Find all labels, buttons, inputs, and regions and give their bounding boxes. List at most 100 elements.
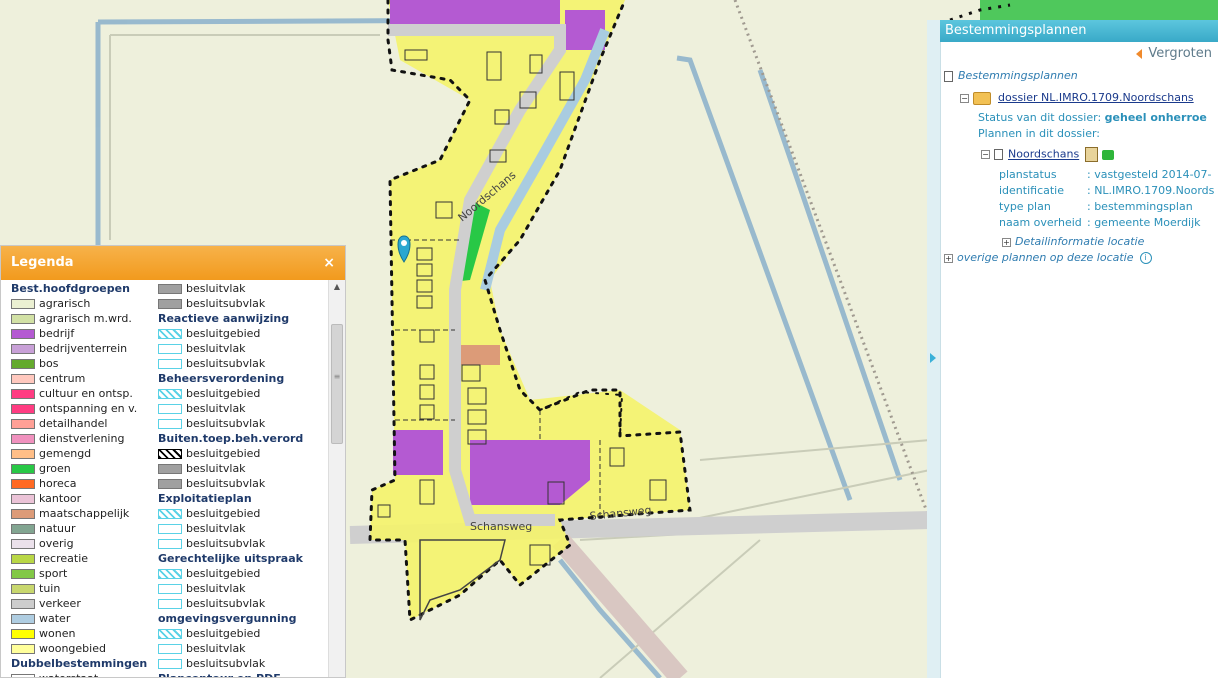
legend-item: recreatie <box>11 551 147 566</box>
legend-item: bedrijf <box>11 326 147 341</box>
legend-section-heading: Exploitatieplan <box>158 491 303 506</box>
legend-item: besluitvlak <box>158 521 303 536</box>
legend-item-label: besluitgebied <box>186 447 261 460</box>
book-icon[interactable] <box>1085 147 1099 162</box>
legend-item: besluitsubvlak <box>158 596 303 611</box>
legend-item-label: besluitvlak <box>186 462 246 475</box>
folder-icon <box>973 91 991 105</box>
enlarge-button[interactable]: Vergroten <box>1136 46 1212 61</box>
legend-swatch <box>158 508 182 519</box>
property-value: : gemeente Moerdijk <box>1087 216 1201 229</box>
tree-dossier[interactable]: − dossier NL.IMRO.1709.Noordschans <box>960 91 1194 105</box>
legend-item: besluitvlak <box>158 281 303 296</box>
legend-section-heading: Dubbelbestemmingen <box>11 656 147 671</box>
collapse-icon[interactable]: − <box>960 93 969 103</box>
legend-item: bedrijventerrein <box>11 341 147 356</box>
legend-item-label: sport <box>39 567 68 580</box>
collapse-arrow-icon[interactable] <box>930 353 936 363</box>
legend-swatch <box>158 463 182 474</box>
legend-item-label: besluitsubvlak <box>186 417 266 430</box>
scroll-thumb[interactable] <box>331 324 343 444</box>
legend-scrollbar[interactable]: ▲ ≡ <box>328 280 345 677</box>
legend-item-label: besluitvlak <box>186 642 246 655</box>
legend-swatch <box>158 418 182 429</box>
legend-item: water <box>11 611 147 626</box>
legend-section-heading: Reactieve aanwijzing <box>158 311 303 326</box>
legend-item: dienstverlening <box>11 431 147 446</box>
legend-heading-label: Exploitatieplan <box>158 492 252 505</box>
legend-item: tuin <box>11 581 147 596</box>
legend-item-label: besluitvlak <box>186 522 246 535</box>
legend-item: besluitgebied <box>158 626 303 641</box>
dossier-link[interactable]: dossier NL.IMRO.1709.Noordschans <box>998 91 1194 104</box>
property-value: : vastgesteld 2014-07- <box>1087 168 1212 181</box>
legend-item-label: agrarisch <box>39 297 91 310</box>
legend-item-label: bedrijf <box>39 327 75 340</box>
legend-item: bos <box>11 356 147 371</box>
legend-item: agrarisch <box>11 296 147 311</box>
legend-item-label: bedrijventerrein <box>39 342 128 355</box>
legend-section-heading: Beheersverordening <box>158 371 303 386</box>
legend-swatch <box>11 358 35 369</box>
legend-item: besluitsubvlak <box>158 536 303 551</box>
legend-item-label: woongebied <box>39 642 106 655</box>
legend-item: agrarisch m.wrd. <box>11 311 147 326</box>
detail-info[interactable]: + Detailinformatie locatie <box>1002 235 1144 248</box>
legend-swatch <box>158 583 182 594</box>
plans-label-text: Plannen in dit dossier: <box>978 127 1101 140</box>
other-plans[interactable]: + overige plannen op deze locatie i <box>944 251 1152 264</box>
legend-close-button[interactable]: × <box>323 246 335 280</box>
other-plans-label[interactable]: overige plannen op deze locatie <box>957 251 1134 264</box>
street-label-schansweg: Schansweg <box>470 520 532 533</box>
collapse-icon[interactable]: − <box>981 150 990 159</box>
legend-item: waterstaat <box>11 671 147 677</box>
legend-item-label: kantoor <box>39 492 82 505</box>
legend-swatch <box>158 388 182 399</box>
legend-swatch <box>158 628 182 639</box>
legend-item: gemengd <box>11 446 147 461</box>
legend-item-label: besluitvlak <box>186 582 246 595</box>
lock-icon[interactable] <box>1102 149 1115 160</box>
legend-item-label: water <box>39 612 71 625</box>
tree-plan[interactable]: − Noordschans <box>981 147 1115 162</box>
arrow-left-icon <box>1136 48 1143 59</box>
legend-item: besluitsubvlak <box>158 356 303 371</box>
legend-item: centrum <box>11 371 147 386</box>
legend-swatch <box>11 298 35 309</box>
scroll-up-icon[interactable]: ▲ <box>329 280 345 294</box>
legend-item-label: tuin <box>39 582 61 595</box>
legend-heading-label: Gerechtelijke uitspraak <box>158 552 303 565</box>
legend-item: besluitgebied <box>158 386 303 401</box>
expand-icon[interactable]: + <box>1002 237 1011 247</box>
legend-swatch <box>158 343 182 354</box>
info-icon[interactable]: i <box>1139 252 1152 264</box>
legend-item-label: cultuur en ontsp. <box>39 387 133 400</box>
tree-root[interactable]: Bestemmingsplannen <box>944 69 1078 82</box>
legend-swatch <box>158 448 182 459</box>
legend-swatch <box>11 538 35 549</box>
property-key: type plan <box>999 200 1051 213</box>
legend-item-label: ontspanning en v. <box>39 402 138 415</box>
document-icon <box>944 70 953 82</box>
legend-item-label: verkeer <box>39 597 81 610</box>
expand-icon[interactable]: + <box>944 253 953 263</box>
panel-collapse-strip[interactable] <box>927 20 941 678</box>
legend-item: besluitgebied <box>158 326 303 341</box>
legend-heading-label: Plancontour en PDF <box>158 672 281 677</box>
legend-item: groen <box>11 461 147 476</box>
legend-item-label: maatschappelijk <box>39 507 130 520</box>
legend-item: cultuur en ontsp. <box>11 386 147 401</box>
tree-root-label[interactable]: Bestemmingsplannen <box>958 69 1078 82</box>
legend-swatch <box>158 538 182 549</box>
plan-link[interactable]: Noordschans <box>1008 148 1079 161</box>
legend-swatch <box>158 403 182 414</box>
legend-swatch <box>11 628 35 639</box>
legend-swatch <box>11 523 35 534</box>
legend-column-1: Best.hoofdgroepen agrarisch agrarisch m.wr… <box>11 281 147 677</box>
legend-swatch <box>158 298 182 309</box>
legend-item-label: detailhandel <box>39 417 108 430</box>
legend-swatch <box>11 313 35 324</box>
legend-section-heading: Plancontour en PDF <box>158 671 303 677</box>
detail-info-label[interactable]: Detailinformatie locatie <box>1015 235 1144 248</box>
legend-item-label: besluitvlak <box>186 402 246 415</box>
